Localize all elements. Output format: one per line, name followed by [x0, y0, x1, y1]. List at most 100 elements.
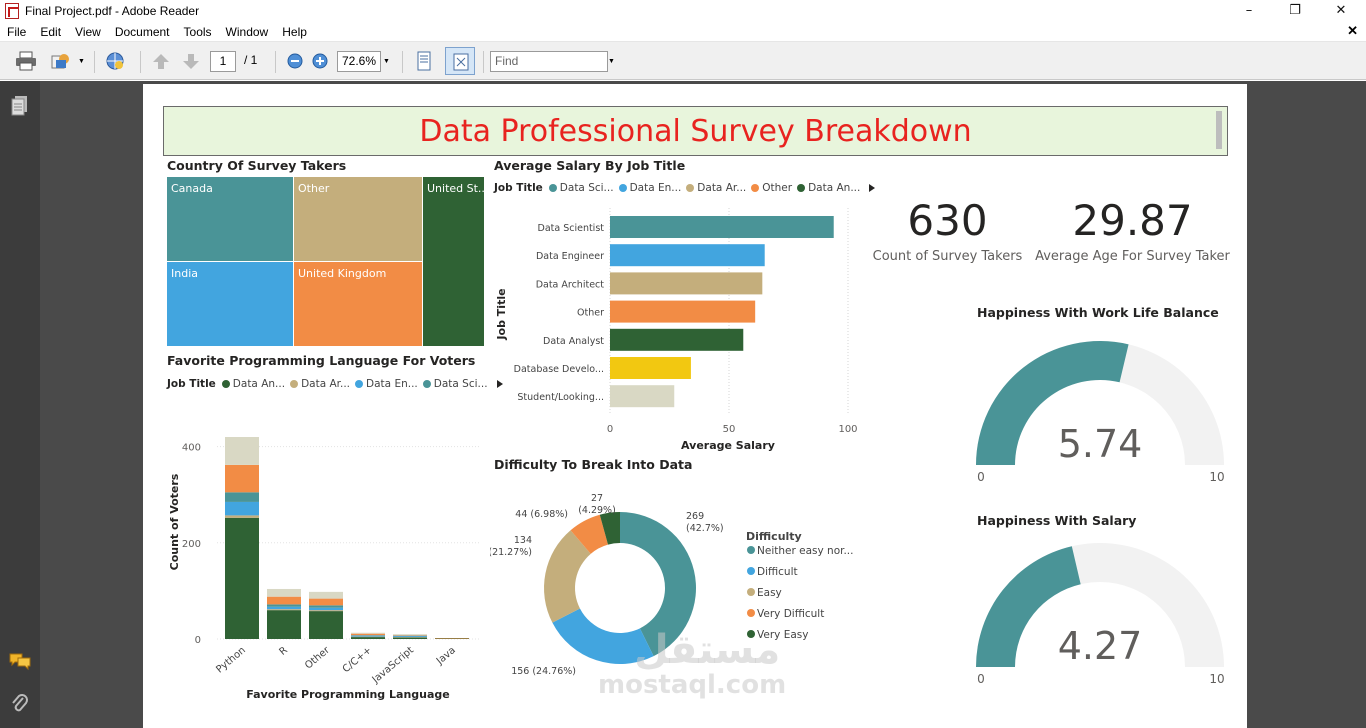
category-label: C/C++: [341, 645, 374, 675]
y-tick-label: 0: [195, 635, 201, 646]
treemap-tile-india: India: [167, 262, 294, 347]
toolbar-separator: [94, 51, 95, 73]
chevron-down-icon[interactable]: ▼: [383, 58, 390, 65]
legend-label: Other: [762, 182, 793, 194]
stacked-bar-segment: [267, 610, 301, 639]
gauge-salary: 4.27 0 10: [976, 543, 1225, 686]
kpi-count-value: 630: [907, 196, 988, 245]
stacked-bar-segment: [267, 588, 301, 597]
menu-tools[interactable]: Tools: [177, 25, 219, 39]
treemap-tile-canada: Canada: [167, 177, 294, 262]
menu-bar: File Edit View Document Tools Window Hel…: [0, 22, 1366, 42]
stacked-bar-segment: [267, 609, 301, 611]
share-icon[interactable]: [50, 51, 72, 71]
chevron-down-icon[interactable]: ▼: [608, 58, 615, 65]
page-number-input[interactable]: 1: [210, 51, 236, 72]
legend-label: Data En...: [366, 378, 418, 390]
comments-icon[interactable]: [8, 651, 32, 671]
donut-data-label: (21.27%): [490, 547, 532, 558]
scrollbar: [1216, 111, 1222, 149]
salary-bar: [610, 385, 675, 408]
legend-dot: [797, 184, 806, 192]
close-button[interactable]: ✕: [1318, 0, 1364, 22]
gauge-min-label: 0: [977, 672, 985, 686]
zoom-out-icon[interactable]: [284, 51, 306, 71]
stacked-bar-segment: [393, 637, 427, 639]
x-axis-title: Favorite Programming Language: [246, 688, 449, 701]
legend-item[interactable]: Other: [751, 182, 792, 194]
dashboard-title: Data Professional Survey Breakdown: [163, 106, 1228, 156]
zoom-input[interactable]: 72.6%: [337, 51, 381, 72]
y-axis-title: Count of Voters: [168, 473, 181, 570]
category-label: Python: [214, 645, 248, 676]
y-axis-title: Job Title: [495, 288, 508, 340]
scrolling-mode-icon[interactable]: [413, 51, 435, 71]
stacked-bar-segment: [309, 598, 343, 606]
legend-item[interactable]: Data Sci...: [548, 182, 614, 194]
legend-dot: [355, 380, 364, 388]
legend-label: Data An...: [808, 182, 861, 194]
gauge-max-label: 10: [1209, 470, 1224, 484]
stacked-bar-segment: [267, 606, 301, 610]
kpi-age-value: 29.87: [1072, 196, 1193, 245]
chevron-down-icon[interactable]: ▼: [78, 58, 85, 65]
arrow-up-icon[interactable]: [150, 51, 172, 71]
find-input[interactable]: Find: [490, 51, 608, 72]
menu-edit[interactable]: Edit: [33, 25, 68, 39]
donut-data-label: 27: [591, 493, 603, 504]
legend-item[interactable]: Data Sci...: [422, 378, 488, 390]
stacked-bar-segment: [351, 635, 385, 637]
x-axis-title: Average Salary: [681, 439, 775, 452]
legend-next-icon[interactable]: [869, 184, 876, 192]
language-legend: Job Title Data An... Data Ar... Data En.…: [167, 378, 503, 390]
category-label: JavaScript: [370, 645, 416, 686]
stacked-bar-segment: [225, 517, 259, 639]
category-label: Student/Looking...: [517, 392, 604, 403]
globe-icon[interactable]: [104, 51, 126, 71]
menu-document[interactable]: Document: [108, 25, 177, 39]
restore-button[interactable]: ❐: [1272, 0, 1318, 22]
legend-item[interactable]: Data Ar...: [290, 378, 350, 390]
legend-item[interactable]: Data Ar...: [686, 182, 746, 194]
legend-item[interactable]: Data En...: [355, 378, 418, 390]
watermark: مستقل mostaql.com: [598, 630, 786, 700]
salary-bar: [610, 300, 756, 323]
category-label: Data Architect: [536, 279, 605, 290]
toolbar-separator: [275, 51, 276, 73]
close-document-icon[interactable]: ✕: [1347, 23, 1358, 39]
attachment-icon[interactable]: [10, 693, 30, 715]
gauge-value: 5.74: [1058, 422, 1143, 466]
toolbar-separator: [402, 51, 403, 73]
menu-view[interactable]: View: [68, 25, 108, 39]
minimize-button[interactable]: –: [1226, 0, 1272, 22]
pages-icon[interactable]: [10, 95, 30, 117]
stacked-bar-segment: [309, 611, 343, 639]
legend-item[interactable]: Data En...: [618, 182, 681, 194]
legend-next-icon[interactable]: [496, 380, 503, 388]
fit-page-button[interactable]: [445, 47, 475, 75]
stacked-bar-segment: [225, 464, 259, 493]
menu-window[interactable]: Window: [219, 25, 276, 39]
stacked-bar-segment: [351, 632, 385, 634]
menu-help[interactable]: Help: [275, 25, 314, 39]
language-legend-title: Job Title: [167, 378, 216, 390]
page-total: / 1: [244, 53, 258, 67]
stacked-bar-segment: [351, 637, 385, 639]
dashboard-title-text: Data Professional Survey Breakdown: [419, 114, 972, 149]
legend-dot: [548, 184, 557, 192]
salary-bar: [610, 244, 765, 267]
legend-dot: [290, 380, 299, 388]
legend-label: Data Sci...: [433, 378, 488, 390]
x-tick-label: 50: [723, 424, 736, 435]
arrow-down-icon[interactable]: [180, 51, 202, 71]
print-icon[interactable]: [15, 51, 37, 71]
gauge-work-life-balance: 5.74 0 10: [976, 341, 1225, 484]
legend-item[interactable]: Data An...: [221, 378, 285, 390]
stacked-bar-segment: [393, 636, 427, 638]
zoom-in-icon[interactable]: [309, 51, 331, 71]
legend-item[interactable]: Data An...: [797, 182, 860, 194]
legend-dot: [747, 567, 755, 575]
legend-dot: [747, 609, 755, 617]
kpi-count-label: Count of Survey Takers: [872, 249, 1023, 264]
menu-file[interactable]: File: [0, 25, 33, 39]
